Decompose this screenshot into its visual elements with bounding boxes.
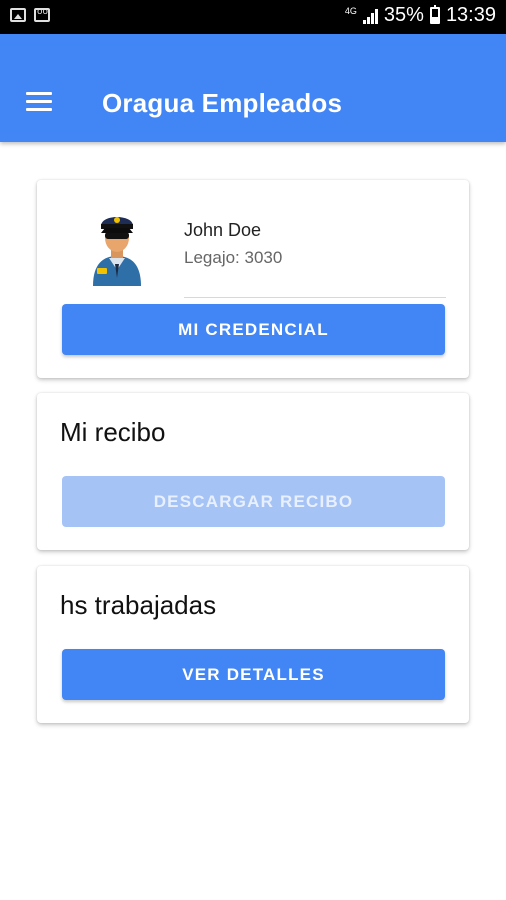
notification-icons [10,7,50,22]
voicemail-icon [34,7,50,22]
clock: 13:39 [445,4,496,26]
ver-detalles-button[interactable]: VER DETALLES [62,649,445,700]
recibo-title: Mi recibo [60,417,166,447]
network-type: 4G [344,6,357,16]
police-avatar-icon [93,217,141,286]
signal-icon [362,8,378,24]
recibo-card: Mi recibo DESCARGAR RECIBO [37,393,469,550]
status-bar: 4G 35% 13:39 [0,0,506,34]
divider [184,297,446,298]
horas-trabajadas-card: hs trabajadas VER DETALLES [37,566,469,723]
app-bar: Oragua Empleados [0,34,506,142]
menu-icon[interactable] [26,92,54,114]
battery-percent: 35% [383,4,424,26]
horas-title: hs trabajadas [60,590,217,620]
descargar-recibo-button[interactable]: DESCARGAR RECIBO [62,476,445,527]
employee-name: John Doe [184,220,262,240]
image-icon [10,8,26,22]
battery-icon [429,5,440,24]
employee-legajo: Legajo: 3030 [184,248,283,267]
system-indicators: 4G 35% 13:39 [345,4,496,27]
mi-credencial-button[interactable]: MI CREDENCIAL [62,304,445,355]
app-title: Oragua Empleados [102,88,343,118]
employee-card: John Doe Legajo: 3030 MI CREDENCIAL [37,180,469,378]
